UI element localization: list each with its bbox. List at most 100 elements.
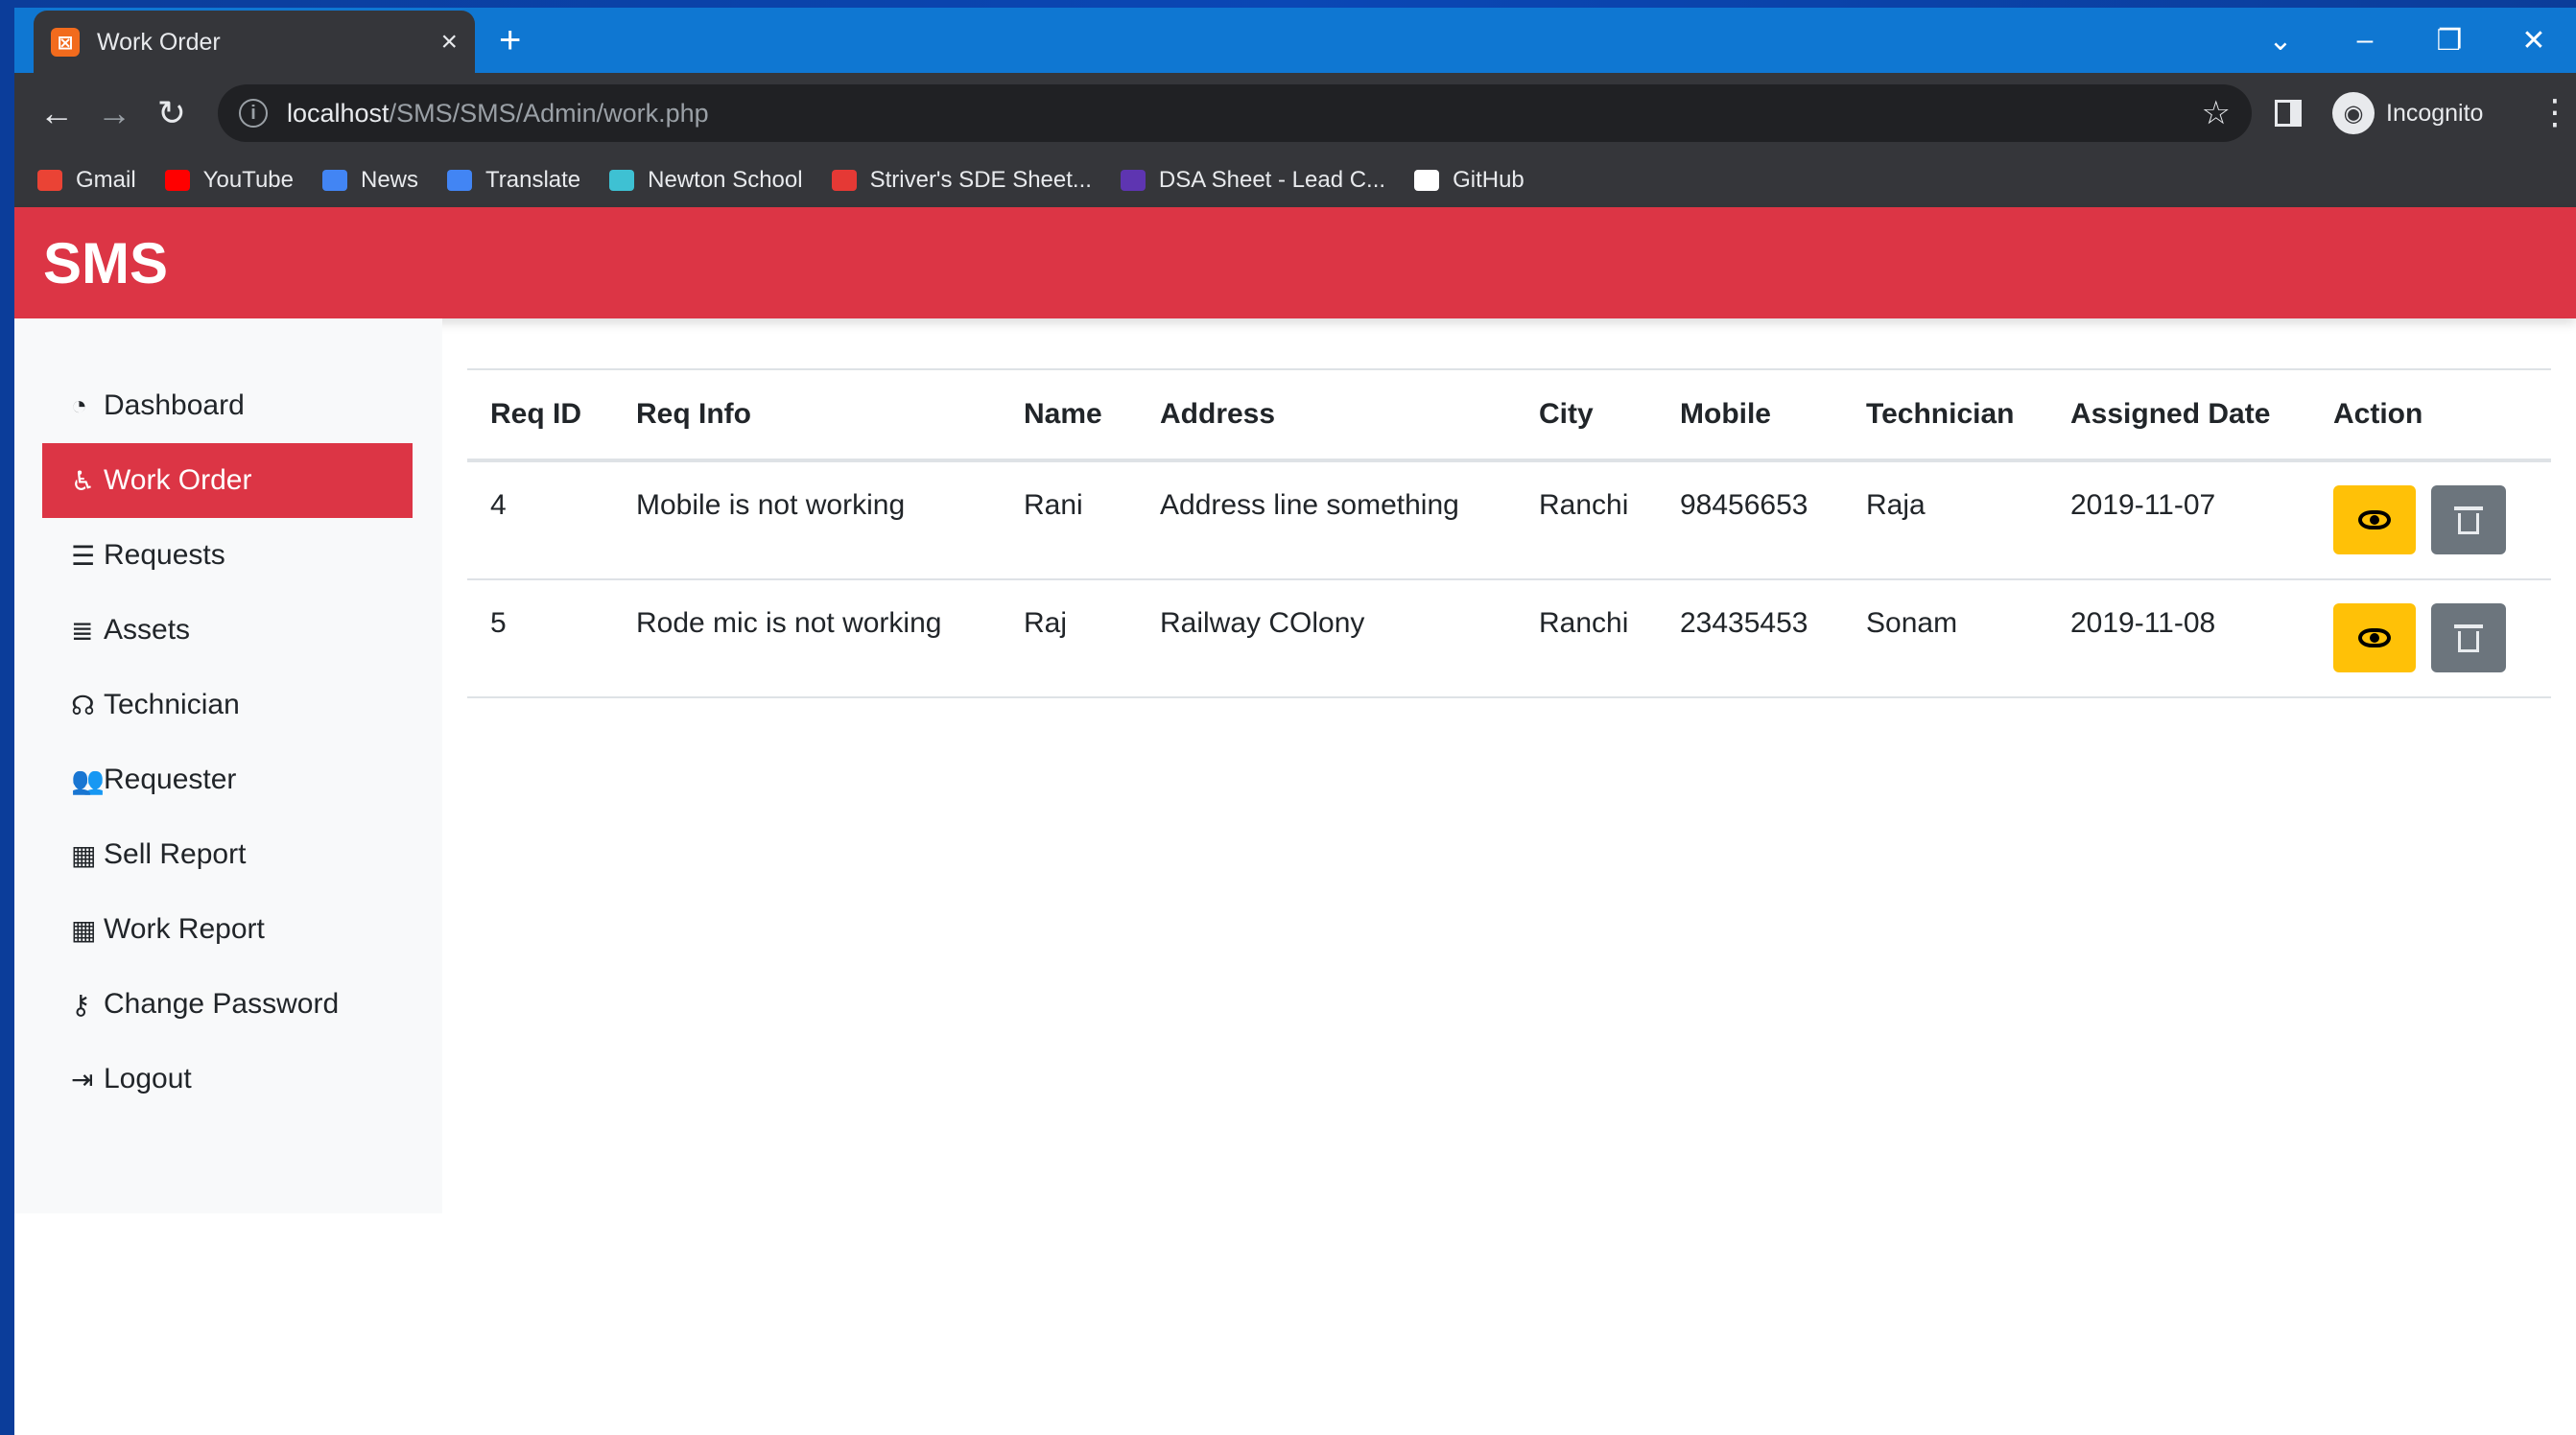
column-header: Mobile	[1680, 398, 1771, 430]
back-arrow-icon[interactable]: ←	[28, 93, 85, 133]
bookmark-favicon-icon	[831, 170, 857, 191]
column-header: Req Info	[636, 398, 751, 430]
action-cell	[2310, 603, 2551, 672]
table-icon: ▦	[71, 839, 97, 870]
table-cell: Rani	[1024, 489, 1083, 521]
bookmark-label: Translate	[485, 167, 581, 193]
bookmark-star-icon[interactable]: ☆	[2202, 94, 2231, 132]
bookmark-label: Striver's SDE Sheet...	[869, 167, 1092, 193]
table-cell: 23435453	[1680, 607, 1808, 639]
sidebar-item-work-report[interactable]: ▦ Work Report	[42, 892, 413, 967]
bookmark-favicon-icon	[609, 170, 635, 191]
view-button[interactable]	[2333, 485, 2416, 554]
more-menu-icon[interactable]: ⋮	[2538, 92, 2572, 132]
table-body: 4 Mobile is not working Rani Address line s…	[467, 462, 2551, 698]
database-icon: ≣	[71, 615, 94, 646]
sidebar-item-sell-report[interactable]: ▦ Sell Report	[42, 817, 413, 892]
sidebar-item-requests[interactable]: ☰ Requests	[42, 518, 413, 593]
table-cell: 2019-11-07	[2070, 489, 2216, 521]
bookmark-favicon-icon	[321, 170, 347, 191]
table-cell: 4	[490, 489, 507, 521]
sign-out-icon: ⇥	[71, 1064, 94, 1094]
bookmark-label: GitHub	[1453, 167, 1524, 193]
sidebar-item-technician[interactable]: ☊ Technician	[42, 668, 413, 742]
sidebar-item-assets[interactable]: ≣ Assets	[42, 593, 413, 668]
table-cell: Ranchi	[1539, 607, 1629, 639]
url-path: /SMS/SMS/Admin/work.php	[389, 98, 709, 128]
delete-button[interactable]	[2431, 485, 2506, 554]
table-cell: 5	[490, 607, 507, 639]
table-cell: 2019-11-08	[2070, 607, 2216, 639]
sidebar-item-label: Requests	[104, 539, 225, 571]
table-cell: Rode mic is not working	[636, 607, 942, 639]
bookmark-item[interactable]: News	[321, 167, 418, 194]
table-cell: Ranchi	[1539, 489, 1629, 521]
window-controls: ⌄ – ❐ ✕	[2238, 8, 2576, 73]
bookmark-item[interactable]: Gmail	[37, 167, 136, 194]
bookmark-item[interactable]: Translate	[447, 167, 580, 194]
table-cell: Railway COlony	[1160, 607, 1365, 639]
trash-icon	[2454, 506, 2483, 534]
table-cell: Mobile is not working	[636, 489, 906, 521]
delete-button[interactable]	[2431, 603, 2506, 672]
incognito-label: Incognito	[2386, 99, 2484, 127]
tab-search-chevron-icon[interactable]: ⌄	[2238, 24, 2323, 58]
headset-icon: ☊	[71, 690, 95, 720]
bookmark-favicon-icon	[1414, 170, 1440, 191]
bookmark-favicon-icon	[1120, 170, 1146, 191]
table-cell: 98456653	[1680, 489, 1808, 521]
sidebar-item-work-order[interactable]: ♿ Work Order	[42, 443, 413, 518]
table-header: Req ID Req Info Name Address City Mobile Techn…	[467, 370, 2551, 462]
url-host: localhost	[287, 98, 390, 128]
bookmark-label: Gmail	[76, 167, 136, 193]
column-header: Name	[1024, 398, 1102, 430]
column-header: City	[1539, 398, 1594, 430]
bookmark-favicon-icon	[164, 170, 190, 191]
bookmark-label: Newton School	[648, 167, 803, 193]
action-cell	[2310, 485, 2551, 554]
reload-icon[interactable]: ↻	[143, 93, 201, 133]
align-center-icon: ☰	[71, 540, 96, 571]
side-panel-icon[interactable]	[2275, 100, 2302, 127]
site-info-icon[interactable]: i	[239, 99, 268, 128]
view-button[interactable]	[2333, 603, 2416, 672]
title-bar: ⊠ Work Order × + ⌄ – ❐ ✕	[14, 8, 2576, 74]
browser-window: ⊠ Work Order × + ⌄ – ❐ ✕ ← → ↻ i localho…	[14, 8, 2576, 1435]
column-header: Req ID	[490, 398, 582, 430]
bookmark-label: DSA Sheet - Lead C...	[1158, 167, 1386, 193]
sidebar-item-dashboard[interactable]: ◔ Dashboard	[42, 368, 413, 443]
bookmark-label: News	[360, 167, 418, 193]
bookmark-item[interactable]: YouTube	[164, 167, 294, 194]
sidebar-item-label: Change Password	[104, 988, 340, 1020]
bookmark-item[interactable]: Newton School	[609, 167, 803, 194]
forward-arrow-icon[interactable]: →	[85, 93, 143, 133]
close-icon[interactable]: ✕	[2492, 24, 2576, 58]
new-tab-button[interactable]: +	[499, 21, 521, 59]
bookmark-item[interactable]: GitHub	[1414, 167, 1524, 194]
work-order-table: Req ID Req Info Name Address City Mobile Techn…	[467, 368, 2551, 698]
table-cell: Address line something	[1160, 489, 1459, 521]
sidebar-item-change-password[interactable]: ⚷ Change Password	[42, 967, 413, 1042]
sidebar-item-label: Work Report	[104, 913, 265, 945]
sidebar-item-label: Dashboard	[104, 389, 245, 421]
address-bar[interactable]: i localhost /SMS/SMS/Admin/work.php ☆	[218, 84, 2252, 142]
minimize-icon[interactable]: –	[2323, 24, 2407, 57]
accessible-icon: ♿	[71, 465, 96, 496]
bookmark-item[interactable]: DSA Sheet - Lead C...	[1120, 167, 1386, 194]
tab-work-order[interactable]: ⊠ Work Order ×	[34, 11, 475, 74]
restore-icon[interactable]: ❐	[2407, 24, 2492, 58]
sidebar-item-label: Logout	[104, 1063, 192, 1094]
table-cell: Raja	[1866, 489, 1926, 521]
bookmark-item[interactable]: Striver's SDE Sheet...	[831, 167, 1092, 194]
sidebar-item-requester[interactable]: 👥 Requester	[42, 742, 413, 817]
tab-close-icon[interactable]: ×	[440, 28, 458, 57]
brand-logo[interactable]: SMS	[43, 230, 168, 296]
sidebar-item-label: Technician	[104, 689, 240, 720]
sidebar-item-logout[interactable]: ⇥ Logout	[42, 1042, 413, 1117]
column-header: Action	[2333, 398, 2423, 430]
trash-icon	[2454, 624, 2483, 652]
eye-icon	[2358, 510, 2391, 529]
bookmark-favicon-icon	[37, 170, 62, 191]
incognito-profile-button[interactable]: ◉ Incognito	[2327, 86, 2499, 140]
sidebar-item-label: Assets	[104, 614, 191, 646]
